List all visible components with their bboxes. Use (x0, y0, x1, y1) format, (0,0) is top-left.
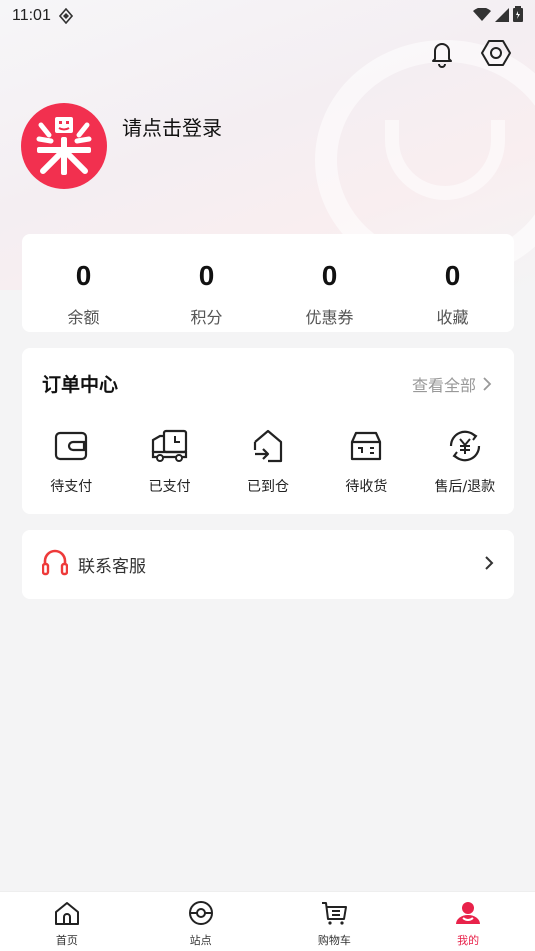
station-icon (187, 900, 215, 930)
tab-station[interactable]: 站点 (134, 892, 268, 951)
truck-clock-icon (150, 426, 190, 466)
chevron-right-icon (483, 377, 492, 391)
cart-icon (320, 900, 348, 930)
avatar[interactable] (21, 103, 107, 189)
chevron-right-icon (484, 555, 494, 575)
notification-bell-icon[interactable] (425, 36, 459, 70)
stat-coupons[interactable]: 0 优惠券 (268, 234, 391, 332)
bottom-tab-bar: 首页 站点 购物车 我的 (0, 891, 535, 951)
order-center-title: 订单中心 (42, 374, 119, 396)
login-prompt[interactable]: 请点击登录 (122, 112, 222, 141)
stat-label: 余额 (67, 308, 100, 327)
view-all-orders-link[interactable]: 查看全部 (412, 372, 492, 396)
headset-icon (41, 549, 69, 581)
order-paid[interactable]: 已支付 (120, 426, 218, 496)
wifi-icon (473, 6, 491, 26)
order-status-label: 已支付 (148, 479, 191, 495)
warehouse-icon (248, 426, 288, 466)
tab-label: 首页 (55, 934, 78, 947)
tab-label: 我的 (457, 934, 480, 947)
order-status-list: 待支付 已支付 已到仓 待收货 售后/退款 (22, 426, 514, 496)
settings-icon[interactable] (479, 36, 513, 70)
order-after-sales[interactable]: 售后/退款 (416, 426, 514, 496)
brand-logo-icon (36, 117, 92, 175)
stat-label: 收藏 (436, 308, 469, 327)
header-actions (425, 36, 513, 70)
stat-value: 0 (198, 260, 215, 291)
battery-icon (513, 6, 523, 26)
user-icon (454, 900, 482, 930)
tab-mine[interactable]: 我的 (401, 892, 535, 951)
home-icon (53, 900, 81, 930)
signal-icon (495, 7, 509, 26)
tab-cart[interactable]: 购物车 (268, 892, 402, 951)
wallet-icon (51, 426, 91, 466)
contact-service-row[interactable]: 联系客服 (22, 530, 514, 599)
order-status-label: 待收货 (345, 479, 388, 495)
order-status-label: 已到仓 (247, 479, 290, 495)
tab-label: 购物车 (317, 934, 351, 947)
status-time: 11:01 (12, 7, 51, 24)
stat-favorites[interactable]: 0 收藏 (391, 234, 514, 332)
view-all-label: 查看全部 (411, 376, 476, 395)
stat-label: 优惠券 (305, 308, 354, 327)
stat-balance[interactable]: 0 余额 (22, 234, 145, 332)
stat-value: 0 (75, 260, 92, 291)
stats-card: 0 余额 0 积分 0 优惠券 0 收藏 (22, 234, 514, 332)
box-icon (346, 426, 386, 466)
order-status-label: 售后/退款 (434, 479, 496, 495)
order-pending-payment[interactable]: 待支付 (22, 426, 120, 496)
app-notification-icon (58, 8, 73, 24)
stat-points[interactable]: 0 积分 (145, 234, 268, 332)
yen-refund-icon (445, 426, 485, 466)
order-status-label: 待支付 (50, 479, 93, 495)
order-arrived-warehouse[interactable]: 已到仓 (219, 426, 317, 496)
status-bar: 11:01 (0, 0, 535, 32)
stat-value: 0 (444, 260, 461, 291)
tab-label: 站点 (189, 934, 212, 947)
order-awaiting-receipt[interactable]: 待收货 (317, 426, 415, 496)
stat-label: 积分 (190, 308, 223, 327)
contact-service-label: 联系客服 (78, 557, 146, 577)
stat-value: 0 (321, 260, 338, 291)
order-center-card: 订单中心 查看全部 待支付 已支付 已到仓 待收货 售后/退款 (22, 348, 514, 514)
tab-home[interactable]: 首页 (0, 892, 134, 951)
